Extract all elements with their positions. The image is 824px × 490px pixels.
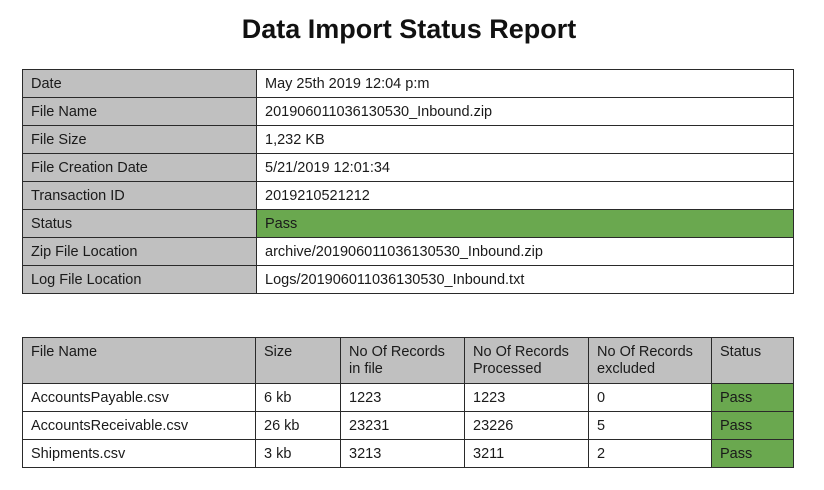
summary-label: File Creation Date [22,153,257,182]
summary-value: 2019210521212 [256,181,794,210]
summary-row-zip-location: Zip File Location archive/20190601103613… [22,237,794,266]
summary-row-file-creation-date: File Creation Date 5/21/2019 12:01:34 [22,153,794,182]
header-text: Status [720,344,762,360]
status-badge: Pass [711,411,794,440]
summary-value: Logs/201906011036130530_Inbound.txt [256,265,794,294]
header-text-line1: No Of Records [597,344,693,360]
summary-row-log-location: Log File Location Logs/20190601103613053… [22,265,794,294]
records-processed-cell: 3211 [464,439,589,468]
header-text-line2: excluded [597,361,656,377]
records-excluded-cell: 5 [588,411,712,440]
files-table: File Name Size No Of Records in file No O… [22,337,794,468]
summary-row-file-name: File Name 201906011036130530_Inbound.zip [22,97,794,126]
summary-row-file-size: File Size 1,232 KB [22,125,794,154]
file-name-cell: Shipments.csv [22,439,256,468]
summary-label: Date [22,69,257,98]
column-header-records-in-file: No Of Records in file [340,337,465,384]
status-badge: Pass [711,439,794,468]
summary-table: Date May 25th 2019 12:04 p:m File Name 2… [22,69,794,294]
header-text-line1: No Of Records [349,344,445,360]
header-text-line2: Processed [473,361,542,377]
status-badge: Pass [711,383,794,412]
summary-label: Zip File Location [22,237,257,266]
header-text-line1: No Of Records [473,344,569,360]
header-text-line2: in file [349,361,383,377]
column-header-records-processed: No Of Records Processed [464,337,589,384]
summary-label: Status [22,209,257,238]
file-name-cell: AccountsReceivable.csv [22,411,256,440]
records-in-file-cell: 23231 [340,411,465,440]
table-row: Shipments.csv 3 kb 3213 3211 2 Pass [22,439,794,468]
header-text: File Name [31,344,98,360]
summary-row-date: Date May 25th 2019 12:04 p:m [22,69,794,98]
files-header-row: File Name Size No Of Records in file No O… [22,337,794,384]
status-badge: Pass [256,209,794,238]
summary-value: archive/201906011036130530_Inbound.zip [256,237,794,266]
file-name-cell: AccountsPayable.csv [22,383,256,412]
column-header-records-excluded: No Of Records excluded [588,337,712,384]
summary-label: File Name [22,97,257,126]
records-in-file-cell: 3213 [340,439,465,468]
summary-row-status: Status Pass [22,209,794,238]
summary-value: May 25th 2019 12:04 p:m [256,69,794,98]
records-in-file-cell: 1223 [340,383,465,412]
header-text: Size [264,344,293,360]
summary-row-transaction-id: Transaction ID 2019210521212 [22,181,794,210]
table-row: AccountsReceivable.csv 26 kb 23231 23226… [22,411,794,440]
summary-value: 5/21/2019 12:01:34 [256,153,794,182]
report-title: Data Import Status Report [241,14,577,44]
table-row: AccountsPayable.csv 6 kb 1223 1223 0 Pas… [22,383,794,412]
summary-label: Log File Location [22,265,257,294]
column-header-status: Status [711,337,794,384]
records-excluded-cell: 0 [588,383,712,412]
records-processed-cell: 23226 [464,411,589,440]
size-cell: 6 kb [255,383,341,412]
size-cell: 26 kb [255,411,341,440]
column-header-file-name: File Name [22,337,256,384]
summary-value: 201906011036130530_Inbound.zip [256,97,794,126]
summary-value: 1,232 KB [256,125,794,154]
size-cell: 3 kb [255,439,341,468]
records-processed-cell: 1223 [464,383,589,412]
column-header-size: Size [255,337,341,384]
summary-label: Transaction ID [22,181,257,210]
summary-label: File Size [22,125,257,154]
records-excluded-cell: 2 [588,439,712,468]
